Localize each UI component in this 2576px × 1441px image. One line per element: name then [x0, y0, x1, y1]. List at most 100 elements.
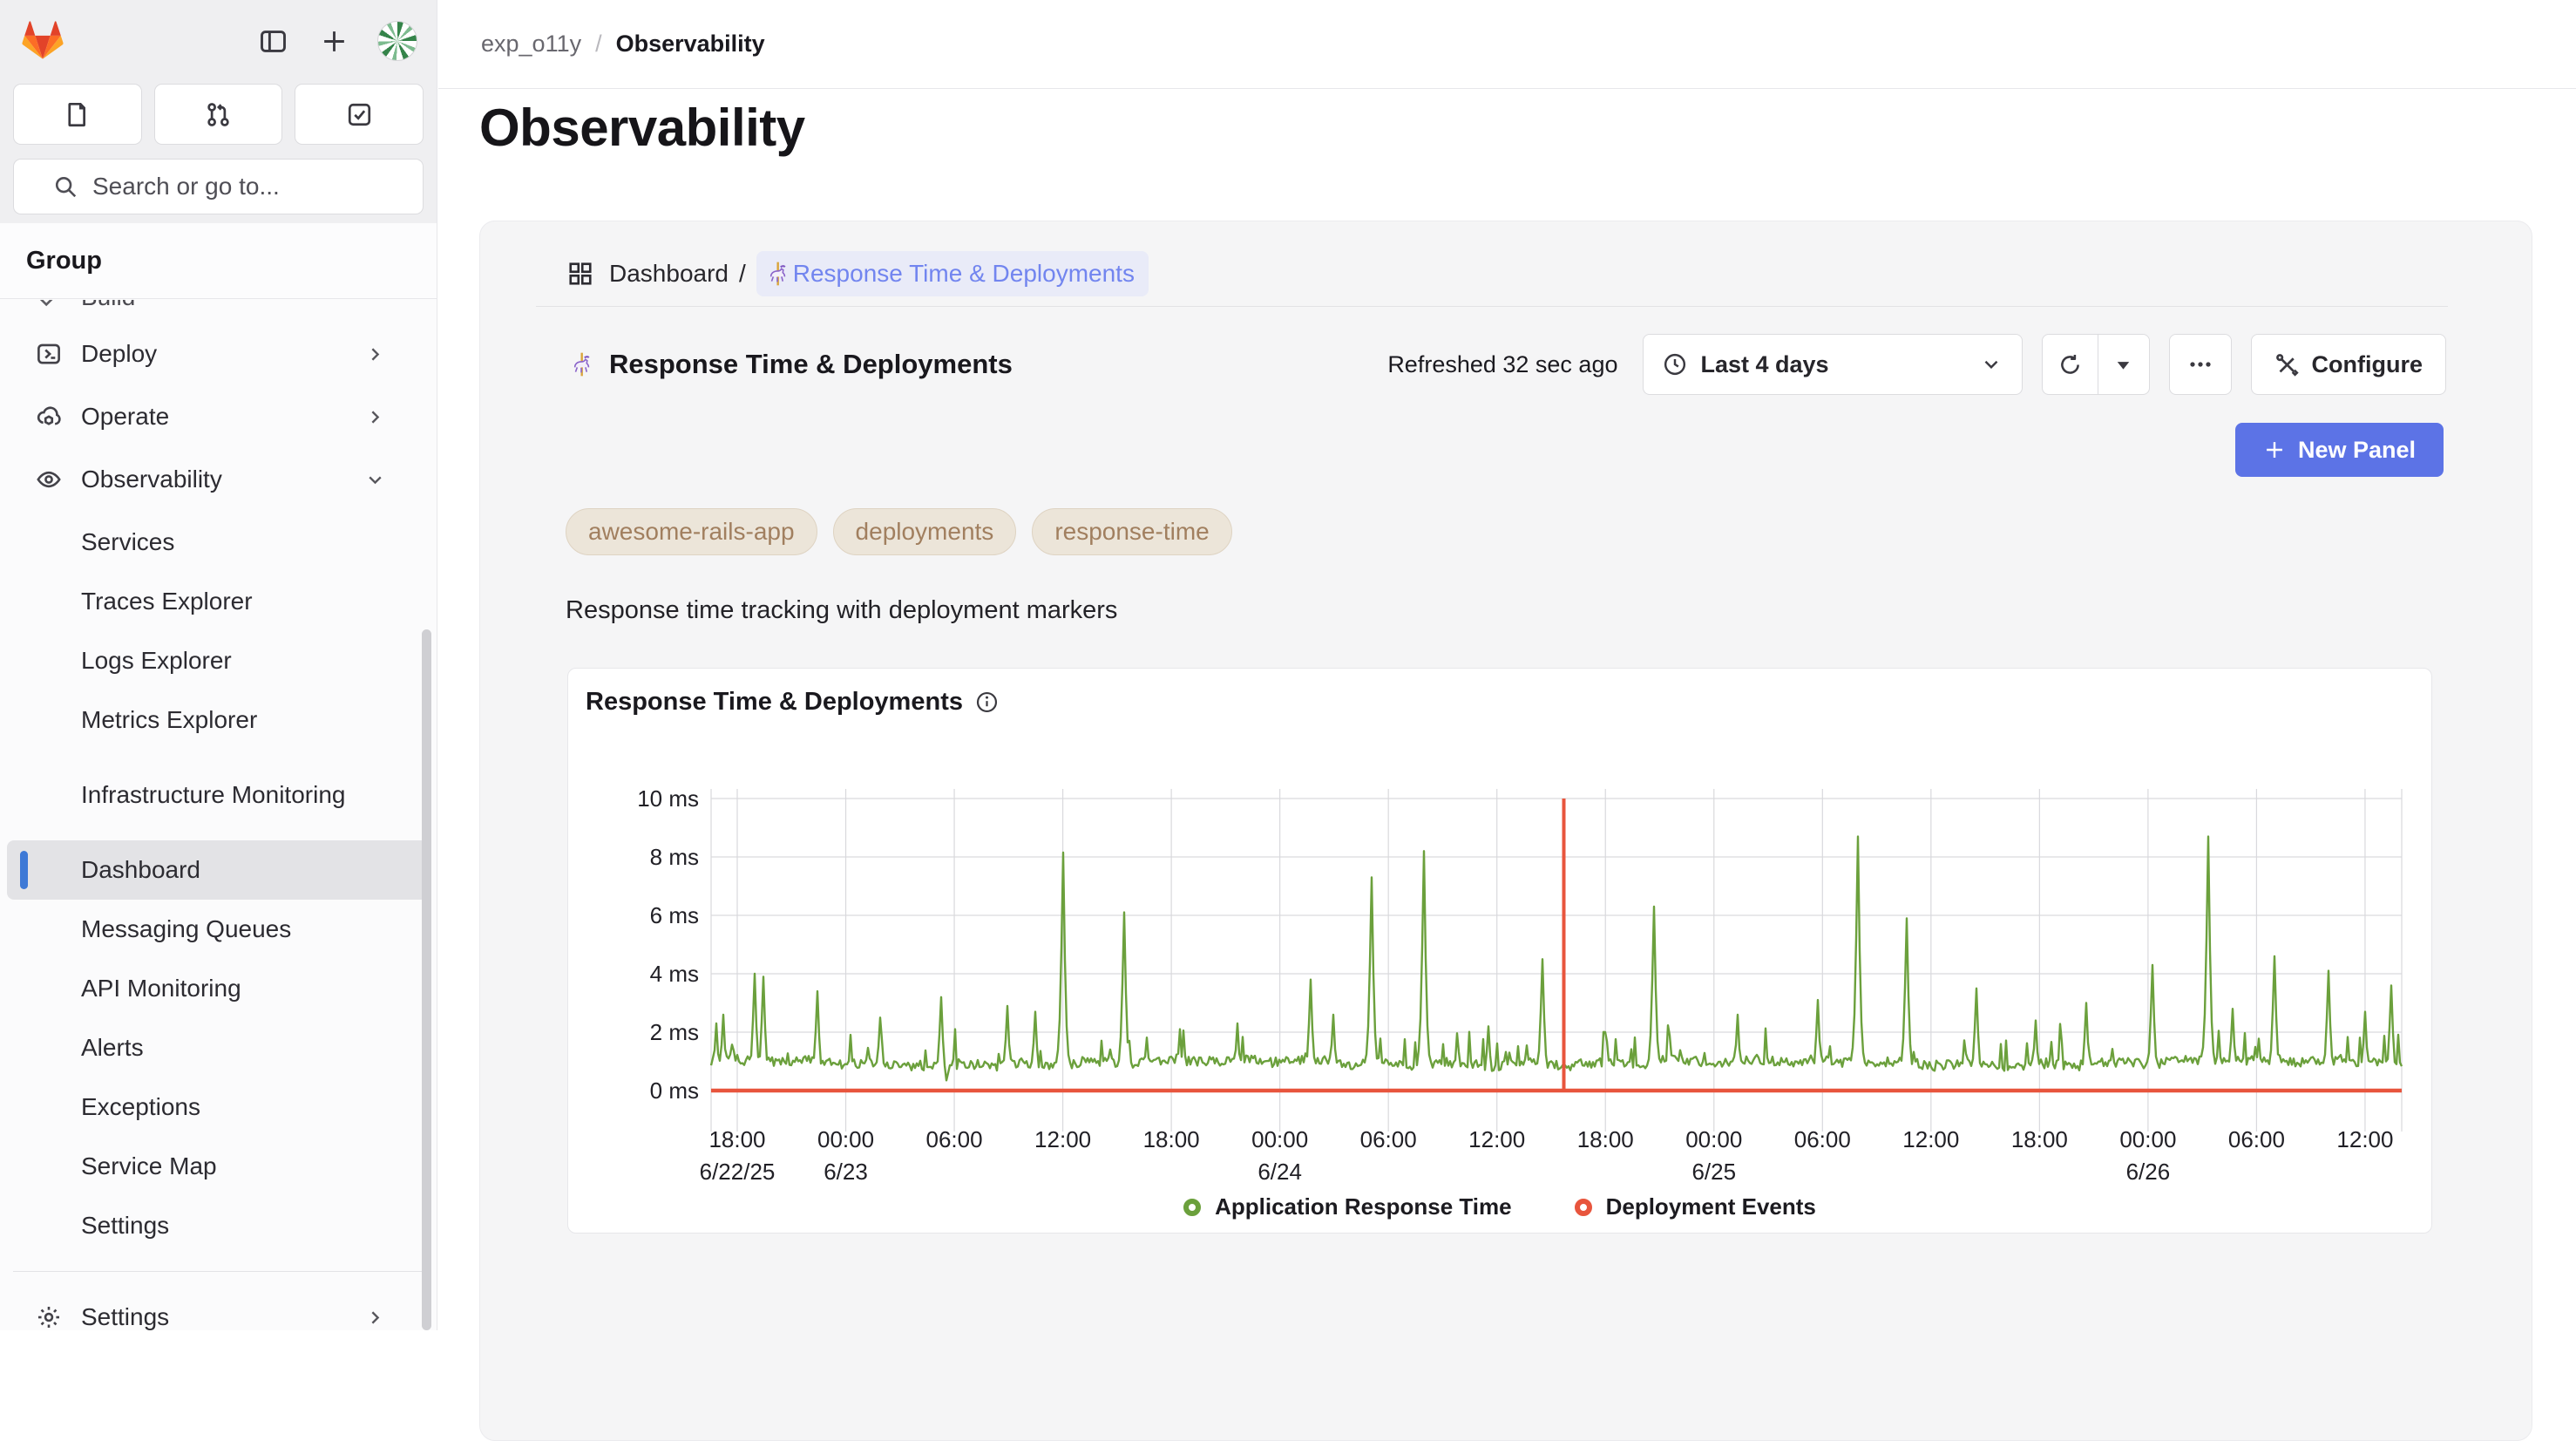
sidebar-item-settings-sub[interactable]: Settings: [7, 1196, 430, 1255]
sidebar-group-header: Group: [0, 223, 437, 299]
panel-title: Response Time & Deployments: [609, 349, 1013, 380]
create-new-button[interactable]: [316, 24, 351, 58]
svg-text:6 ms: 6 ms: [650, 902, 699, 928]
carousel-horse-icon: [567, 350, 595, 378]
sidebar-item-label: Settings: [81, 1302, 169, 1330]
tag[interactable]: response-time: [1032, 508, 1231, 555]
sidebar-item-build-clipped[interactable]: Build: [7, 300, 430, 324]
more-actions-button[interactable]: [2169, 334, 2232, 395]
sidebar-item-observability[interactable]: Observability: [7, 450, 430, 509]
sidebar-item-traces-explorer[interactable]: Traces Explorer: [7, 572, 430, 631]
info-icon[interactable]: [975, 690, 999, 714]
new-panel-label: New Panel: [2298, 437, 2416, 464]
page-title: Observability: [479, 98, 805, 158]
configure-button[interactable]: Configure: [2251, 334, 2447, 395]
chart-panel: 0 ms2 ms4 ms6 ms8 ms10 ms18:006/22/2500:…: [567, 668, 2432, 1234]
new-panel-button[interactable]: New Panel: [2235, 423, 2444, 477]
divider: [536, 306, 2448, 307]
svg-text:6/24: 6/24: [1257, 1159, 1302, 1185]
search-placeholder: Search or go to...: [92, 173, 280, 201]
sidebar-item-messaging-queues[interactable]: Messaging Queues: [7, 900, 430, 959]
time-range-dropdown[interactable]: Last 4 days: [1643, 334, 2023, 395]
sidebar-item-logs-explorer[interactable]: Logs Explorer: [7, 631, 430, 690]
sidebar-scrollbar-thumb[interactable]: [422, 629, 431, 1330]
active-indicator: [20, 851, 28, 889]
search-input[interactable]: Search or go to...: [13, 159, 424, 214]
sidebar-item-label: Operate: [81, 401, 169, 432]
sidebar-item-services[interactable]: Services: [7, 513, 430, 572]
legend-marker-red: [1575, 1199, 1592, 1216]
breadcrumb-current-dashboard-link[interactable]: Response Time & Deployments: [756, 251, 1149, 296]
sidebar-nav: Build Deploy Operate Observability Servi…: [0, 300, 437, 1330]
group-label: Group: [26, 247, 102, 275]
user-avatar[interactable]: [377, 21, 417, 61]
merge-request-icon: [205, 101, 232, 128]
svg-text:0 ms: 0 ms: [650, 1077, 699, 1104]
chevron-right-icon: [364, 343, 386, 365]
merge-requests-shortcut-button[interactable]: [154, 84, 283, 145]
svg-text:4 ms: 4 ms: [650, 961, 699, 987]
time-range-label: Last 4 days: [1701, 351, 1829, 378]
legend-item-response-time[interactable]: Application Response Time: [1183, 1193, 1511, 1220]
sidebar-item-dashboard[interactable]: Dashboard: [7, 840, 430, 900]
todos-shortcut-button[interactable]: [295, 84, 424, 145]
svg-text:06:00: 06:00: [2228, 1126, 2285, 1152]
breadcrumb-project[interactable]: exp_o11y: [481, 31, 581, 58]
dashboard-grid-icon: [567, 261, 593, 287]
breadcrumb-separator: /: [595, 31, 602, 58]
refresh-button[interactable]: [2043, 335, 2098, 394]
refreshed-status: Refreshed 32 sec ago: [1387, 351, 1617, 378]
chevron-down-icon: [1980, 353, 2003, 376]
chevron-right-icon: [364, 1307, 386, 1329]
sidebar-toggle-button[interactable]: [255, 24, 290, 58]
chevron-right-icon: [364, 406, 386, 428]
sidebar-item-api-monitoring[interactable]: API Monitoring: [7, 959, 430, 1018]
ellipsis-icon: [2187, 351, 2213, 377]
chart-title: Response Time & Deployments: [586, 688, 963, 717]
tag[interactable]: deployments: [833, 508, 1017, 555]
svg-text:18:00: 18:00: [2011, 1126, 2068, 1152]
sidebar-item-settings[interactable]: Settings: [7, 1288, 430, 1330]
sidebar-item-exceptions[interactable]: Exceptions: [7, 1077, 430, 1137]
eye-icon: [36, 466, 62, 493]
svg-text:12:00: 12:00: [2336, 1126, 2393, 1152]
response-time-chart[interactable]: 0 ms2 ms4 ms6 ms8 ms10 ms18:006/22/2500:…: [568, 669, 2433, 1234]
sidebar-item-infrastructure-monitoring[interactable]: Infrastructure Monitoring: [7, 750, 430, 840]
sidebar-divider: [13, 1271, 424, 1272]
sidebar-item-label: Observability: [81, 464, 222, 495]
refresh-icon: [2058, 353, 2082, 377]
sidebar-item-label: Build: [81, 300, 135, 311]
svg-text:12:00: 12:00: [1468, 1126, 1525, 1152]
plus-icon: [2263, 438, 2286, 461]
sidebar-header: [0, 16, 437, 71]
top-header: exp_o11y / Observability: [438, 0, 2576, 89]
tag[interactable]: awesome-rails-app: [566, 508, 817, 555]
chart-title-row: Response Time & Deployments: [586, 688, 999, 717]
sidebar-item-metrics-explorer[interactable]: Metrics Explorer: [7, 690, 430, 750]
legend-item-deployments[interactable]: Deployment Events: [1575, 1193, 1816, 1220]
gear-icon: [36, 1304, 62, 1330]
svg-text:8 ms: 8 ms: [650, 844, 699, 870]
dashboard-description: Response time tracking with deployment m…: [566, 596, 1117, 625]
issues-shortcut-button[interactable]: [13, 84, 142, 145]
search-icon: [52, 173, 78, 200]
operate-icon: [36, 404, 62, 430]
clock-icon: [1663, 352, 1687, 377]
svg-text:00:00: 00:00: [817, 1126, 874, 1152]
svg-text:6/23: 6/23: [824, 1159, 868, 1185]
sidebar-item-operate[interactable]: Operate: [7, 387, 430, 446]
refresh-split-button: [2042, 334, 2150, 395]
sidebar-item-label: Deploy: [81, 338, 157, 370]
sidebar-top-section: Search or go to...: [0, 0, 437, 223]
svg-text:00:00: 00:00: [2119, 1126, 2176, 1152]
sidebar-item-service-map[interactable]: Service Map: [7, 1137, 430, 1196]
breadcrumb-dashboard-link[interactable]: Dashboard: [609, 260, 729, 288]
svg-text:06:00: 06:00: [926, 1126, 983, 1152]
svg-text:6/26: 6/26: [2126, 1159, 2171, 1185]
chart-legend: Application Response Time Deployment Eve…: [568, 1193, 2431, 1220]
sidebar-item-alerts[interactable]: Alerts: [7, 1018, 430, 1077]
refresh-options-button[interactable]: [2098, 335, 2149, 394]
breadcrumb-page[interactable]: Observability: [616, 31, 765, 58]
sidebar-item-deploy[interactable]: Deploy: [7, 324, 430, 384]
issues-icon: [64, 101, 91, 128]
